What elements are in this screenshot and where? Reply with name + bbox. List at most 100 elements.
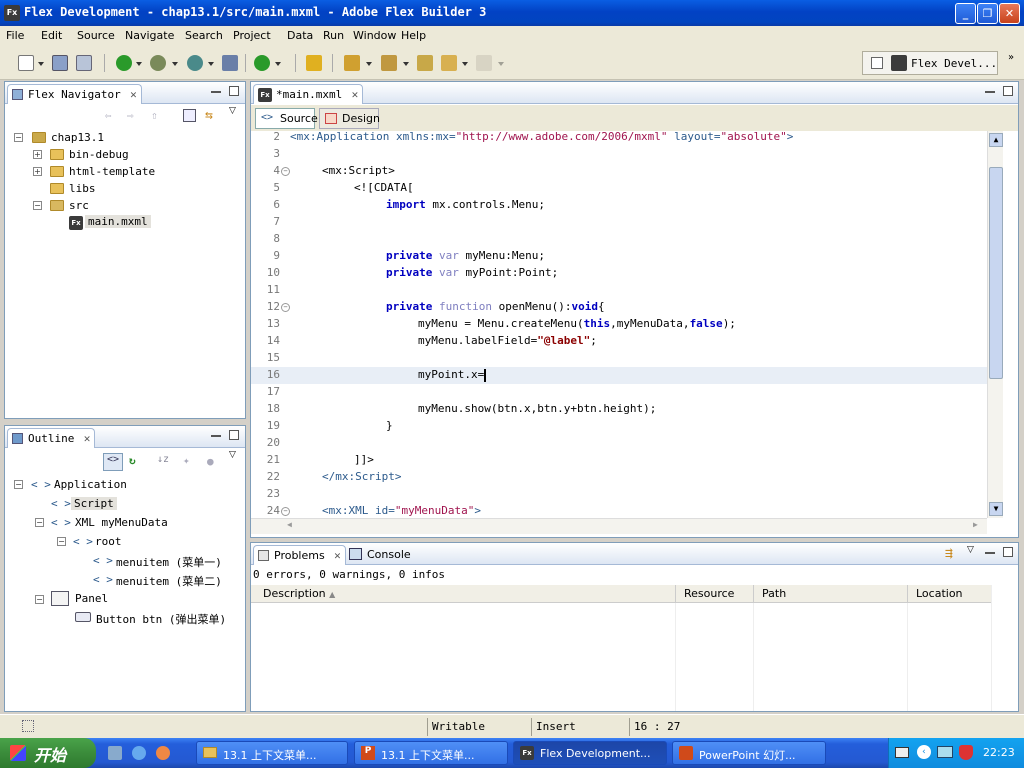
collapse-icon[interactable]: − — [57, 537, 66, 546]
more-chevron-icon[interactable]: » — [1008, 52, 1014, 63]
menu-file[interactable]: File — [6, 29, 24, 42]
expand-icon[interactable]: + — [33, 150, 42, 159]
firefox-icon[interactable] — [156, 746, 170, 760]
outline-item-button[interactable]: Button btn (弹出菜单) — [96, 611, 226, 627]
fast-view-icon[interactable] — [22, 720, 34, 732]
sort-icon[interactable]: ↓z — [157, 454, 169, 465]
next-annotation-icon[interactable] — [344, 55, 360, 71]
minimize-button[interactable]: _ — [955, 3, 976, 24]
menu-edit[interactable]: Edit — [41, 29, 62, 42]
collapse-icon[interactable]: − — [14, 133, 23, 142]
outline-item-panel[interactable]: Panel — [75, 592, 108, 605]
show-tags-icon[interactable]: <> — [103, 453, 123, 471]
horizontal-scrollbar[interactable]: ◀ ▶ — [251, 518, 987, 534]
menu-search[interactable]: Search — [185, 29, 223, 42]
maximize-view-icon[interactable] — [229, 86, 239, 96]
design-button[interactable]: Design — [319, 108, 380, 129]
minimize-view-icon[interactable] — [211, 91, 221, 93]
new-file-icon[interactable] — [18, 55, 34, 71]
task-folder[interactable]: 13.1 上下文菜单... — [196, 741, 348, 765]
forward-arrow-icon[interactable]: ⇨ — [127, 109, 141, 123]
chevron-down-icon[interactable] — [172, 62, 178, 66]
profile-icon[interactable] — [187, 55, 203, 71]
prev-annotation-icon[interactable] — [381, 55, 397, 71]
filter-icon[interactable]: ⇶ — [945, 546, 953, 561]
close-icon[interactable]: ✕ — [84, 432, 91, 445]
external-tools-icon[interactable] — [254, 55, 270, 71]
scroll-left-icon[interactable]: ◀ — [287, 520, 300, 533]
close-icon[interactable]: ✕ — [334, 549, 341, 562]
perspective-label[interactable]: Flex Devel... — [911, 57, 997, 70]
outline-item-xml[interactable]: XML myMenuData — [75, 516, 168, 529]
refresh-icon[interactable]: ↻ — [129, 454, 136, 467]
vertical-scrollbar[interactable]: ▲ ▼ — [987, 131, 1003, 518]
outline-item-application[interactable]: Application — [54, 478, 127, 491]
tree-item-bin-debug[interactable]: bin-debug — [69, 148, 129, 161]
outline-item-menuitem-1[interactable]: menuitem (菜单一) — [116, 554, 222, 570]
menu-source[interactable]: Source — [77, 29, 115, 42]
print-icon[interactable] — [76, 55, 92, 71]
menu-help[interactable]: Help — [401, 29, 426, 42]
code-area[interactable]: <mx:Application xmlns:mx="http://www.ado… — [290, 131, 987, 517]
ie-icon[interactable] — [132, 746, 146, 760]
clock[interactable]: 22:23 — [983, 746, 1015, 759]
collapse-icon[interactable]: − — [35, 518, 44, 527]
forward-icon[interactable] — [476, 55, 492, 71]
tree-item-main-mxml[interactable]: main.mxml — [85, 215, 151, 228]
minimize-view-icon[interactable] — [211, 435, 221, 437]
scroll-down-icon[interactable]: ▼ — [989, 502, 1003, 516]
network-icon[interactable] — [937, 746, 953, 758]
fold-icon[interactable]: − — [281, 303, 290, 312]
save-icon[interactable] — [52, 55, 68, 71]
chevron-down-icon[interactable] — [498, 62, 504, 66]
desktop-icon[interactable] — [108, 746, 122, 760]
column-path[interactable]: Path — [753, 585, 786, 603]
hide-icon[interactable]: ● — [207, 455, 214, 468]
collapse-all-icon[interactable] — [183, 109, 196, 122]
outline-item-root[interactable]: root — [95, 535, 122, 548]
task-powerpoint-1[interactable]: P 13.1 上下文菜单... — [354, 741, 508, 765]
outline-item-menuitem-2[interactable]: menuitem (菜单二) — [116, 573, 222, 589]
maximize-button[interactable]: ❐ — [977, 3, 998, 24]
run-icon[interactable] — [116, 55, 132, 71]
minimize-view-icon[interactable] — [985, 552, 995, 554]
filter-icon[interactable]: ✦ — [183, 454, 190, 467]
close-button[interactable]: ✕ — [999, 3, 1020, 24]
back-arrow-icon[interactable]: ⇦ — [105, 109, 119, 123]
minimize-view-icon[interactable] — [985, 91, 995, 93]
debug-icon[interactable] — [150, 55, 166, 71]
column-resource[interactable]: Resource — [675, 585, 734, 603]
chevron-down-icon[interactable] — [403, 62, 409, 66]
menu-window[interactable]: Window — [353, 29, 396, 42]
chevron-down-icon[interactable] — [275, 62, 281, 66]
export-icon[interactable] — [222, 55, 238, 71]
menu-run[interactable]: Run — [323, 29, 344, 42]
collapse-icon[interactable]: − — [14, 480, 23, 489]
task-powerpoint-2[interactable]: PowerPoint 幻灯... — [672, 741, 826, 765]
menu-data[interactable]: Data — [287, 29, 313, 42]
tab-flex-navigator[interactable]: Flex Navigator ✕ — [7, 84, 142, 104]
up-folder-icon[interactable]: ⇧ — [151, 109, 165, 123]
fold-icon[interactable]: − — [281, 167, 290, 176]
menu-project[interactable]: Project — [233, 29, 271, 42]
chevron-down-icon[interactable] — [208, 62, 214, 66]
outline-item-script[interactable]: Script — [71, 497, 117, 510]
link-editor-icon[interactable]: ⇆ — [205, 108, 213, 123]
collapse-icon[interactable]: − — [33, 201, 42, 210]
tree-item-libs[interactable]: libs — [69, 182, 96, 195]
chevron-down-icon[interactable] — [38, 62, 44, 66]
tab-console[interactable]: Console — [347, 548, 411, 561]
maximize-view-icon[interactable] — [229, 430, 239, 440]
source-button[interactable]: <> Source — [255, 108, 318, 129]
view-menu-icon[interactable]: ▽ — [229, 106, 236, 116]
scroll-right-icon[interactable]: ▶ — [973, 520, 986, 533]
expand-icon[interactable]: + — [33, 167, 42, 176]
tab-main-mxml[interactable]: Fx *main.mxml ✕ — [253, 84, 364, 104]
tab-problems[interactable]: Problems ✕ — [253, 545, 346, 565]
tree-item-chap13[interactable]: chap13.1 — [51, 131, 104, 144]
task-flex-builder[interactable]: Fx Flex Development... — [513, 741, 667, 765]
chevron-down-icon[interactable] — [366, 62, 372, 66]
fold-icon[interactable]: − — [281, 507, 290, 516]
collapse-tray-icon[interactable]: ‹ — [917, 745, 931, 759]
maximize-view-icon[interactable] — [1003, 547, 1013, 557]
